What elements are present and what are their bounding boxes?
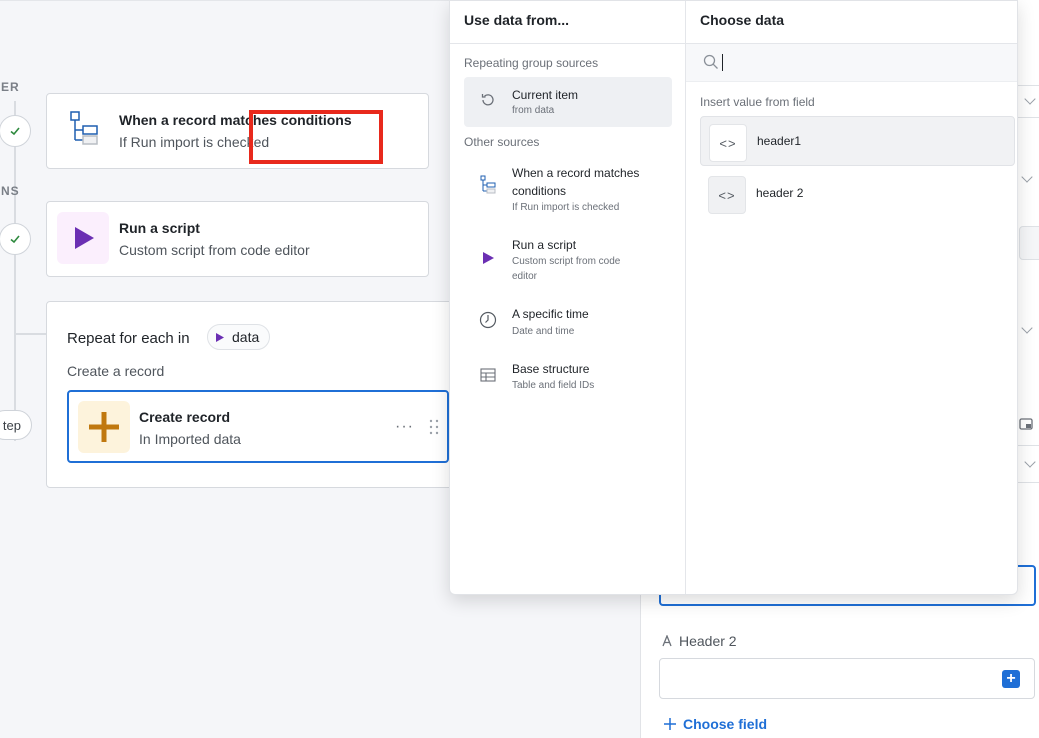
insert-value-label: Insert value from field [700, 95, 815, 109]
field-option-header-2[interactable]: <> header 2 [700, 169, 1015, 219]
chevron-down-icon[interactable] [1021, 171, 1033, 183]
trigger-subtitle: If Run import is checked [119, 134, 270, 150]
panel-input[interactable] [1019, 226, 1039, 260]
source-trigger[interactable]: When a record matches conditions If Run … [464, 161, 672, 219]
trigger-title: When a record matches conditions [119, 112, 352, 128]
drag-handle-icon[interactable] [429, 419, 439, 435]
play-icon [57, 212, 109, 264]
choose-field-button[interactable]: Choose field [663, 716, 767, 732]
script-subtitle: Custom script from code editor [119, 242, 310, 258]
action-status-check [0, 223, 31, 255]
plus-icon [78, 401, 130, 453]
search-input-caret[interactable] [722, 54, 723, 71]
source-subtitle: Table and field IDs [512, 380, 595, 391]
play-icon [216, 332, 224, 342]
field-label-text: Header 2 [679, 633, 737, 649]
choose-field-label: Choose field [683, 716, 768, 732]
source-column-header: Use data from... [450, 1, 685, 44]
actions-section-label: NS [1, 184, 20, 198]
trigger-status-check [0, 115, 31, 147]
repeat-group-card[interactable]: Repeat for each in data Create a record … [46, 301, 466, 488]
data-picker-popup: Use data from... Repeating group sources… [449, 0, 1018, 595]
more-options-icon[interactable]: ··· [395, 418, 414, 436]
chevron-down-icon[interactable] [1021, 322, 1033, 334]
chevron-down-icon [1024, 93, 1036, 105]
conditions-icon [57, 104, 109, 156]
create-record-title: Create record [139, 409, 231, 425]
source-title: Current item [512, 88, 579, 102]
data-search[interactable] [686, 44, 1017, 82]
source-title: A specific time [512, 307, 589, 321]
field-option-label: header1 [757, 134, 802, 148]
trigger-section-label: ER [1, 80, 20, 94]
history-icon [478, 90, 498, 110]
source-subtitle: Date and time [512, 326, 575, 337]
data-column: Choose data Insert value from field <> h… [686, 1, 1017, 594]
source-base-structure[interactable]: Base structure Table and field IDs [464, 358, 672, 398]
expand-icon[interactable] [1019, 418, 1033, 430]
repeat-subtitle: Create a record [67, 363, 165, 379]
data-column-header: Choose data [686, 1, 1017, 44]
field-option-label: header 2 [756, 186, 804, 200]
source-subtitle: If Run import is checked [512, 202, 620, 213]
connector-line [14, 101, 16, 441]
source-specific-time[interactable]: A specific time Date and time [464, 303, 672, 343]
header2-value-input[interactable]: + [659, 658, 1035, 699]
connector-branch [14, 333, 48, 335]
source-subtitle: from data [512, 105, 555, 116]
play-icon [478, 248, 498, 268]
source-column: Use data from... Repeating group sources… [450, 1, 686, 594]
code-icon: <> [708, 176, 746, 214]
create-record-card[interactable]: Create record In Imported data ··· [67, 390, 449, 463]
repeat-source-pill[interactable]: data [207, 324, 271, 350]
source-title: Base structure [512, 362, 590, 376]
source-title: Run a script [512, 238, 577, 252]
check-icon [10, 235, 20, 244]
insert-value-button[interactable]: + [1002, 670, 1020, 688]
check-icon [10, 127, 20, 136]
source-title: When a record matches conditions [512, 166, 640, 198]
repeat-title: Repeat for each in [67, 330, 190, 347]
field-option-header1[interactable]: <> header1 [700, 116, 1015, 166]
script-title: Run a script [119, 220, 200, 236]
create-record-subtitle: In Imported data [139, 431, 241, 447]
add-step-button[interactable]: tep [0, 410, 32, 440]
chevron-down-icon [1024, 456, 1036, 468]
search-icon [703, 54, 718, 69]
trigger-card[interactable]: When a record matches conditions If Run … [46, 93, 429, 169]
table-icon [478, 365, 498, 385]
repeat-source-label: data [232, 329, 260, 345]
source-script[interactable]: Run a script Custom script from code edi… [464, 234, 672, 286]
code-icon: <> [709, 124, 747, 162]
text-field-icon [662, 635, 672, 647]
repeating-group-label: Repeating group sources [464, 56, 599, 70]
source-current-item[interactable]: Current item from data [464, 77, 672, 127]
clock-icon [478, 310, 498, 330]
script-card[interactable]: Run a script Custom script from code edi… [46, 201, 429, 277]
source-subtitle: Custom script from code editor [512, 256, 621, 282]
other-sources-label: Other sources [464, 135, 540, 149]
plus-icon [664, 718, 676, 730]
conditions-icon [478, 175, 498, 195]
field-label-header-2: Header 2 [661, 633, 737, 649]
